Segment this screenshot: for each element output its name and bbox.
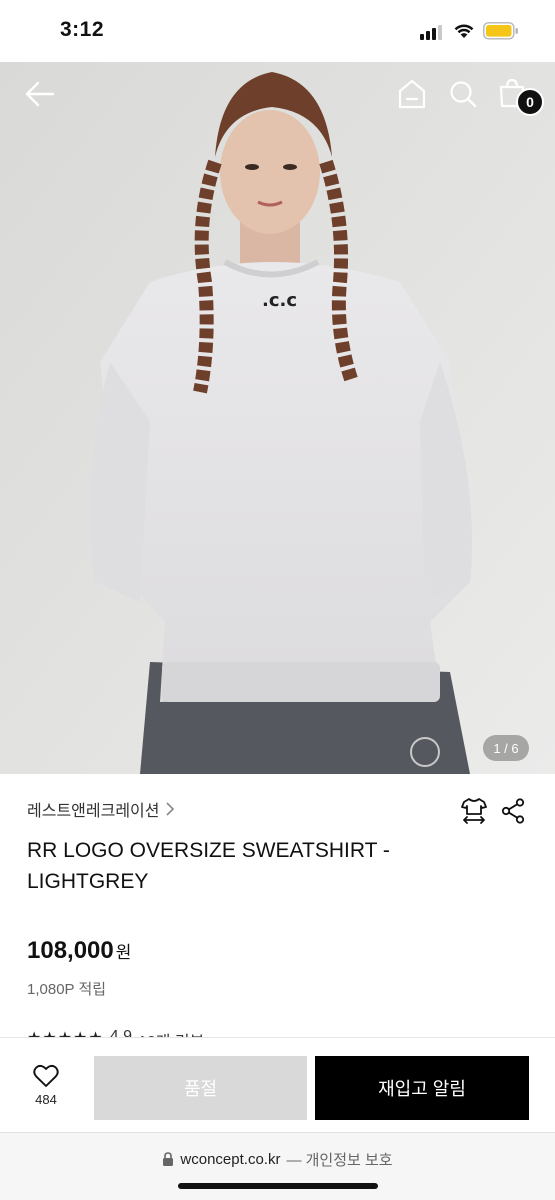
search-button[interactable] — [444, 74, 482, 114]
restock-alert-button[interactable]: 재입고 알림 — [315, 1056, 529, 1120]
purchase-action-bar: 484 품절 재입고 알림 — [0, 1037, 555, 1132]
gallery-pager: 1 / 6 — [483, 735, 529, 761]
home-icon — [398, 79, 426, 109]
share-icon[interactable] — [501, 798, 525, 824]
privacy-note: — 개인정보 보호 — [286, 1152, 393, 1169]
url-display[interactable]: wconcept.co.kr — 개인정보 보호 — [0, 1149, 555, 1170]
price: 108,000 원 — [27, 937, 131, 965]
like-count: 484 — [35, 1092, 57, 1107]
search-icon — [450, 81, 477, 108]
home-indicator[interactable] — [178, 1183, 378, 1189]
cart-button[interactable]: 0 — [494, 74, 546, 118]
soldout-button[interactable]: 품절 — [94, 1056, 307, 1120]
price-currency: 원 — [115, 943, 132, 962]
cellular-signal-icon — [420, 24, 446, 40]
product-photo: .c.c — [0, 62, 555, 774]
product-image-gallery[interactable]: .c.c 0 1 / 6 — [0, 62, 555, 774]
back-arrow-icon — [25, 81, 55, 107]
home-button[interactable] — [394, 74, 430, 114]
price-value: 108,000 — [27, 937, 114, 964]
chevron-right-icon — [166, 802, 175, 816]
size-guide-icon[interactable] — [461, 797, 487, 825]
wifi-icon — [454, 24, 474, 38]
back-button[interactable] — [18, 76, 62, 112]
product-title: RR LOGO OVERSIZE SWEATSHIRT - LIGHTGREY — [27, 839, 390, 893]
svg-text:.c.c: .c.c — [262, 290, 297, 311]
reward-points: 1,080P 적립 — [27, 981, 107, 998]
like-button[interactable]: 484 — [14, 1064, 78, 1114]
heart-icon — [33, 1065, 59, 1087]
url-domain: wconcept.co.kr — [180, 1151, 281, 1168]
brand-name: 레스트앤레크레이션 — [27, 803, 160, 820]
status-bar: 3:12 — [0, 0, 555, 62]
lock-icon — [163, 1152, 174, 1166]
battery-icon — [483, 22, 518, 40]
brand-link[interactable]: 레스트앤레크레이션 — [27, 797, 175, 821]
browser-url-bar[interactable]: wconcept.co.kr — 개인정보 보호 — [0, 1132, 555, 1200]
cart-count-badge: 0 — [516, 88, 544, 116]
status-time: 3:12 — [60, 18, 105, 41]
